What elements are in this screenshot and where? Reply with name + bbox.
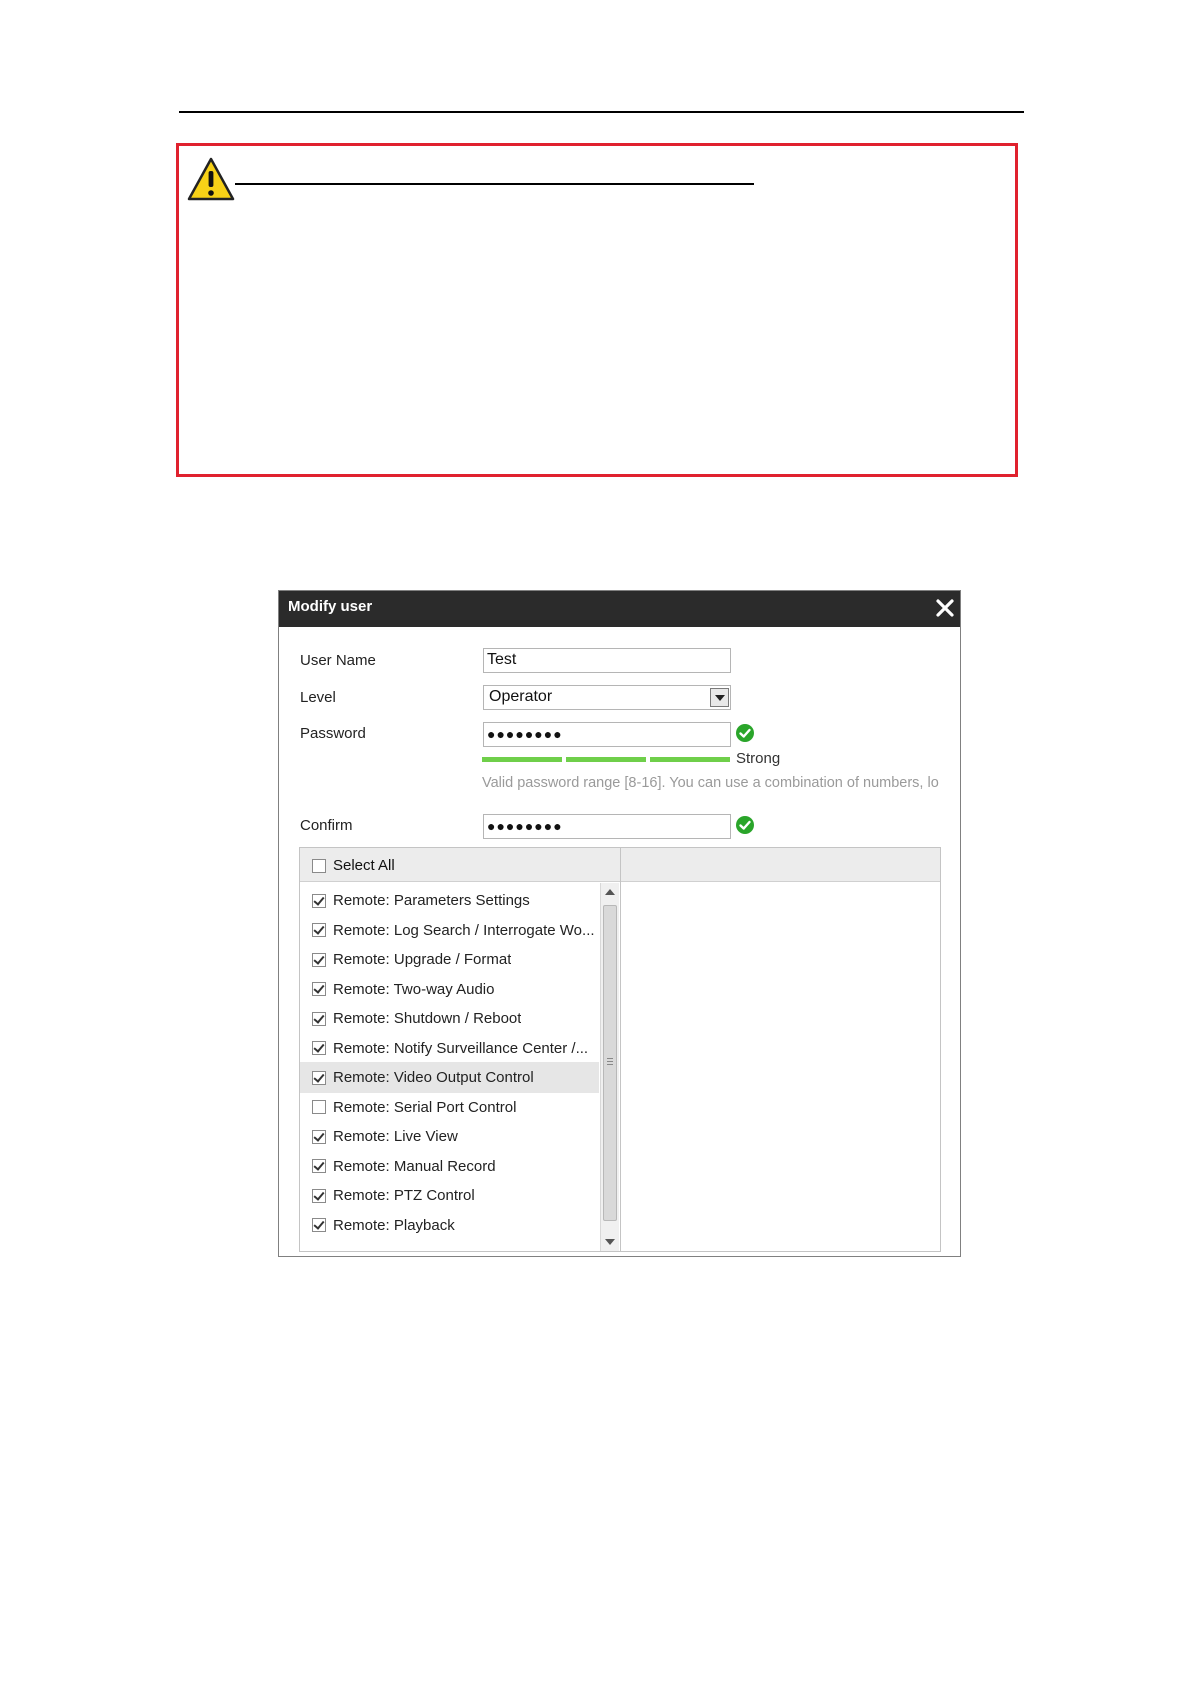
permission-checkbox[interactable] xyxy=(312,1041,326,1055)
password-label: Password xyxy=(300,725,366,742)
dialog-header: Modify user xyxy=(279,591,960,627)
permission-label: Remote: Two-way Audio xyxy=(333,980,495,998)
permission-list-scrollbar[interactable] xyxy=(600,883,619,1251)
permissions-panel: Select All Remote: Parameters Settings Re… xyxy=(299,847,941,1252)
permission-checkbox[interactable] xyxy=(312,1070,326,1085)
permission-label: Remote: Live View xyxy=(333,1128,458,1145)
check-circle-icon xyxy=(736,816,754,834)
permission-item[interactable]: Remote: Live View xyxy=(300,1121,599,1152)
level-select-value: Operator xyxy=(489,688,553,705)
permission-checkbox[interactable] xyxy=(312,952,326,967)
check-circle-icon xyxy=(736,724,754,742)
permission-label: Remote: Manual Record xyxy=(333,1157,496,1175)
permission-item[interactable]: Remote: Shutdown / Reboot xyxy=(300,1003,599,1034)
warning-rule xyxy=(235,183,754,185)
permission-label: Remote: Log Search / Interrogate Wo... xyxy=(333,921,595,939)
scroll-down-icon[interactable] xyxy=(605,1239,615,1245)
strength-label: Strong xyxy=(736,750,781,767)
panel-divider xyxy=(620,848,621,1251)
confirm-input[interactable]: ●●●●●●●● xyxy=(483,814,731,839)
warning-triangle-icon xyxy=(187,157,235,201)
username-input[interactable]: Test xyxy=(483,648,731,673)
username-label: User Name xyxy=(300,652,376,669)
permission-list: Remote: Parameters Settings Remote: Log S… xyxy=(300,883,599,1251)
permission-label: Remote: Playback xyxy=(333,1216,455,1234)
permission-label: Remote: Notify Surveillance Center /... xyxy=(333,1039,589,1057)
select-all-checkbox[interactable] xyxy=(312,858,326,873)
permission-label: Remote: PTZ Control xyxy=(333,1187,475,1204)
strength-bar-1 xyxy=(482,757,562,762)
permission-checkbox[interactable] xyxy=(312,1129,326,1144)
scroll-up-icon[interactable] xyxy=(605,889,615,895)
permission-checkbox[interactable] xyxy=(312,1100,326,1114)
permission-item[interactable]: Remote: Log Search / Interrogate Wo... xyxy=(300,915,599,946)
level-select[interactable]: Operator xyxy=(483,685,731,710)
confirm-label: Confirm xyxy=(300,817,353,834)
permission-item[interactable]: Remote: Notify Surveillance Center /... xyxy=(300,1033,599,1064)
password-hint: Valid password range [8-16]. You can use… xyxy=(482,775,939,791)
permission-checkbox[interactable] xyxy=(312,1218,326,1232)
grip-icon xyxy=(607,1058,613,1065)
permission-checkbox[interactable] xyxy=(312,1011,326,1026)
permission-label: Remote: Parameters Settings xyxy=(333,892,530,909)
permission-item[interactable]: Remote: Parameters Settings xyxy=(300,885,599,916)
permission-item[interactable]: Remote: PTZ Control xyxy=(300,1180,599,1211)
permission-item[interactable]: Remote: Two-way Audio xyxy=(300,974,599,1005)
permission-label: Remote: Upgrade / Format xyxy=(333,951,512,968)
permission-item[interactable]: Remote: Playback xyxy=(300,1210,599,1241)
permission-checkbox[interactable] xyxy=(312,923,326,937)
scroll-thumb[interactable] xyxy=(603,905,617,1221)
strength-bar-2 xyxy=(566,757,646,762)
select-all-label: Select All xyxy=(333,857,395,874)
permission-label: Remote: Video Output Control xyxy=(333,1069,534,1086)
permission-checkbox[interactable] xyxy=(312,1159,326,1173)
permission-label: Remote: Shutdown / Reboot xyxy=(333,1010,522,1027)
password-input[interactable]: ●●●●●●●● xyxy=(483,722,731,747)
permission-item[interactable]: Remote: Manual Record xyxy=(300,1151,599,1182)
close-icon[interactable] xyxy=(933,596,957,620)
permission-item[interactable]: Remote: Upgrade / Format xyxy=(300,944,599,975)
permission-checkbox[interactable] xyxy=(312,1188,326,1203)
permission-label: Remote: Serial Port Control xyxy=(333,1098,517,1116)
permission-item[interactable]: Remote: Serial Port Control xyxy=(300,1092,599,1123)
chevron-down-icon[interactable] xyxy=(710,688,729,707)
modify-user-dialog: Modify user User Name Test Level Operato… xyxy=(278,590,961,1257)
warning-box xyxy=(176,143,1018,477)
permission-checkbox[interactable] xyxy=(312,982,326,996)
permission-item[interactable]: Remote: Video Output Control xyxy=(300,1062,599,1093)
page-top-rule xyxy=(179,111,1024,113)
dialog-title: Modify user xyxy=(288,598,373,615)
strength-bar-3 xyxy=(650,757,730,762)
permission-checkbox[interactable] xyxy=(312,893,326,908)
level-label: Level xyxy=(300,689,336,706)
select-all[interactable]: Select All xyxy=(312,857,395,874)
